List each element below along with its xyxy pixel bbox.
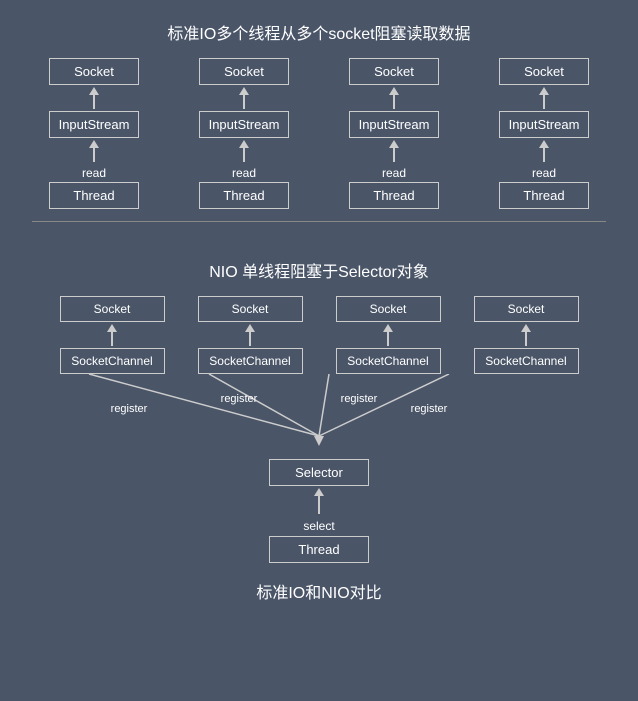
read-label-2: read bbox=[232, 166, 256, 180]
nio-col-3: Socket SocketChannel bbox=[328, 296, 448, 374]
arrow-socket-stream-3 bbox=[389, 87, 399, 109]
svg-text:register: register bbox=[341, 393, 378, 405]
nio-arrow-4 bbox=[521, 324, 531, 346]
read-label-3: read bbox=[382, 166, 406, 180]
stdio-title: 标准IO多个线程从多个socket阻塞读取数据 bbox=[167, 20, 470, 44]
stdio-columns: Socket InputStream read Thread Socket In… bbox=[0, 58, 638, 209]
nio-channel-box-4: SocketChannel bbox=[474, 348, 579, 374]
nio-arrow-2 bbox=[245, 324, 255, 346]
nio-col-2: Socket SocketChannel bbox=[190, 296, 310, 374]
nio-col-4: Socket SocketChannel bbox=[466, 296, 586, 374]
inputstream-box-4: InputStream bbox=[499, 111, 589, 138]
nio-title: NIO 单线程阻塞于Selector对象 bbox=[209, 258, 429, 282]
inputstream-box-1: InputStream bbox=[49, 111, 139, 138]
nio-section: NIO 单线程阻塞于Selector对象 Socket SocketChanne… bbox=[0, 248, 638, 563]
section-divider bbox=[32, 221, 606, 222]
arrow-socket-stream-1 bbox=[89, 87, 99, 109]
arrow-stream-thread-4 bbox=[539, 140, 549, 162]
arrow-stream-thread-3 bbox=[389, 140, 399, 162]
thread-box-3: Thread bbox=[349, 182, 439, 209]
bottom-title: 标准IO和NIO对比 bbox=[256, 579, 381, 603]
svg-text:register: register bbox=[221, 393, 258, 405]
selector-wrap: Selector select Thread bbox=[269, 459, 369, 563]
select-label: select bbox=[303, 519, 334, 533]
arrow-socket-stream-2 bbox=[239, 87, 249, 109]
read-label-1: read bbox=[82, 166, 106, 180]
thread-box-1: Thread bbox=[49, 182, 139, 209]
inputstream-box-2: InputStream bbox=[199, 111, 289, 138]
nio-arrow-3 bbox=[383, 324, 393, 346]
inputstream-box-3: InputStream bbox=[349, 111, 439, 138]
arrow-stream-thread-1 bbox=[89, 140, 99, 162]
svg-text:register: register bbox=[411, 403, 448, 415]
nio-channel-box-1: SocketChannel bbox=[60, 348, 165, 374]
socket-box-2: Socket bbox=[199, 58, 289, 85]
svg-text:register: register bbox=[111, 403, 148, 415]
nio-socket-box-4: Socket bbox=[474, 296, 579, 322]
nio-socket-box-3: Socket bbox=[336, 296, 441, 322]
nio-arrow-1 bbox=[107, 324, 117, 346]
socket-box-1: Socket bbox=[49, 58, 139, 85]
nio-channel-box-2: SocketChannel bbox=[198, 348, 303, 374]
arrow-socket-stream-4 bbox=[539, 87, 549, 109]
stdio-col-4: Socket InputStream read Thread bbox=[484, 58, 604, 209]
stdio-col-1: Socket InputStream read Thread bbox=[34, 58, 154, 209]
selector-box: Selector bbox=[269, 459, 369, 486]
thread-box-2: Thread bbox=[199, 182, 289, 209]
socket-box-3: Socket bbox=[349, 58, 439, 85]
nio-channel-box-3: SocketChannel bbox=[336, 348, 441, 374]
stdio-col-3: Socket InputStream read Thread bbox=[334, 58, 454, 209]
arrow-stream-thread-2 bbox=[239, 140, 249, 162]
nio-socket-box-1: Socket bbox=[60, 296, 165, 322]
register-area: register register register register bbox=[29, 374, 609, 459]
stdio-section: 标准IO多个线程从多个socket阻塞读取数据 Socket InputStre… bbox=[0, 10, 638, 209]
read-label-4: read bbox=[532, 166, 556, 180]
register-svg: register register register register bbox=[29, 374, 609, 459]
nio-col-1: Socket SocketChannel bbox=[52, 296, 172, 374]
nio-socket-box-2: Socket bbox=[198, 296, 303, 322]
arrow-selector-thread bbox=[314, 488, 324, 514]
socket-box-4: Socket bbox=[499, 58, 589, 85]
nio-columns: Socket SocketChannel Socket SocketChanne… bbox=[0, 296, 638, 374]
stdio-col-2: Socket InputStream read Thread bbox=[184, 58, 304, 209]
nio-thread-box: Thread bbox=[269, 536, 369, 563]
thread-box-4: Thread bbox=[499, 182, 589, 209]
